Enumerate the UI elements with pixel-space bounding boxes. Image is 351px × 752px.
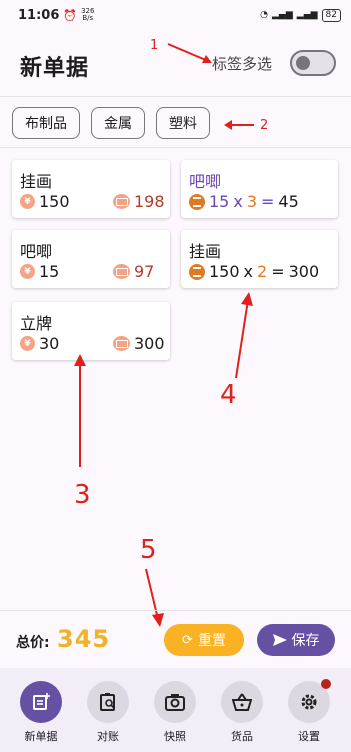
- bottom-nav: 新单据 对账 快照 货品 设置: [0, 668, 351, 752]
- annotation-5: 5: [140, 535, 157, 565]
- quantity: 2: [257, 262, 268, 281]
- page-title: 新单据: [20, 56, 90, 81]
- status-time: 11:06: [18, 7, 60, 23]
- sell-price: 300: [134, 334, 165, 353]
- nav-snapshot[interactable]: 快照: [153, 681, 197, 744]
- annotation-4: 4: [220, 380, 237, 410]
- total-label: 总价:: [16, 635, 50, 651]
- nav-new-doc[interactable]: 新单据: [19, 681, 63, 744]
- status-bar: 11:06 ⏰ 326 B/s ◔ ▂▄▆ ▂▄▆ 82: [0, 0, 351, 30]
- total-value: 345: [57, 625, 111, 653]
- sell-price: 97: [134, 262, 155, 281]
- network-speed-unit: B/s: [82, 14, 94, 22]
- nav-label: 快照: [164, 730, 186, 743]
- alarm-icon: ⏰: [63, 8, 78, 22]
- item-card[interactable]: 吧唧 ¥ 15 97: [12, 230, 170, 288]
- line-total: 300: [288, 262, 320, 281]
- notification-badge: [321, 679, 331, 689]
- times-sign: x: [243, 262, 254, 281]
- reset-label: 重置: [197, 633, 226, 649]
- times-sign: x: [233, 192, 243, 211]
- yen-coin-icon: ¥: [20, 264, 35, 279]
- annotation-arrow-1: [167, 43, 212, 63]
- nav-reconcile[interactable]: 对账: [86, 681, 130, 744]
- nav-settings[interactable]: 设置: [287, 679, 331, 744]
- tag-metal[interactable]: 金属: [91, 107, 145, 139]
- divider: [0, 96, 351, 97]
- gear-icon: [288, 679, 331, 723]
- send-icon: [272, 634, 287, 646]
- reset-button[interactable]: ⟳ 重置: [164, 624, 244, 656]
- item-name: 挂画: [20, 172, 53, 191]
- nav-label: 货品: [231, 730, 253, 743]
- nav-label: 新单据: [24, 730, 58, 743]
- save-label: 保存: [291, 633, 320, 649]
- annotation-arrow-3: [74, 354, 86, 467]
- item-prices: ¥ 30 300: [20, 334, 165, 353]
- new-doc-icon: [20, 681, 62, 723]
- cost-price: 15: [39, 262, 60, 281]
- item-name: 吧唧: [189, 172, 222, 191]
- basket-icon: [221, 681, 263, 723]
- status-icons: ◔ ▂▄▆ ▂▄▆ 82: [260, 8, 341, 22]
- network-speed: 326 B/s: [81, 8, 94, 22]
- item-card[interactable]: 挂画 ¥ 150 198: [12, 160, 170, 218]
- refresh-icon: ⟳: [182, 632, 193, 648]
- annotation-3: 3: [74, 480, 91, 510]
- yen-coin-icon: ¥: [20, 336, 35, 351]
- tag-fabric[interactable]: 布制品: [12, 107, 80, 139]
- selected-item-card[interactable]: 挂画 150 x 2 = 300: [181, 230, 338, 288]
- annotation-1: 1: [150, 38, 159, 53]
- divider: [0, 147, 351, 148]
- coins-stack-icon: [189, 193, 205, 210]
- wifi-icon: ◔: [260, 10, 269, 20]
- tag-plastic[interactable]: 塑料: [156, 107, 210, 139]
- unit-price: 15: [209, 192, 230, 211]
- item-name: 吧唧: [20, 242, 53, 261]
- item-prices: ¥ 150 198: [20, 192, 165, 211]
- save-button[interactable]: 保存: [257, 624, 335, 656]
- cash-icon: [113, 336, 130, 351]
- item-calc: 15 x 3 = 45: [189, 192, 303, 211]
- quantity: 3: [246, 192, 258, 211]
- equals-sign: =: [271, 262, 285, 281]
- annotation-arrow-4: [235, 292, 253, 379]
- unit-price: 150: [209, 262, 240, 281]
- divider: [0, 610, 351, 611]
- item-card[interactable]: 立牌 ¥ 30 300: [12, 302, 170, 360]
- coins-stack-icon: [189, 263, 205, 280]
- equals-sign: =: [261, 192, 275, 211]
- item-calc: 150 x 2 = 300: [189, 262, 323, 281]
- cost-price: 150: [39, 192, 70, 211]
- annotation-2: 2: [260, 118, 269, 133]
- multi-select-toggle[interactable]: [290, 50, 336, 76]
- signal-icon: ▂▄▆: [272, 10, 293, 20]
- yen-coin-icon: ¥: [20, 194, 35, 209]
- item-name: 立牌: [20, 314, 53, 333]
- tag-bar: 布制品 金属 塑料: [12, 107, 210, 139]
- nav-goods[interactable]: 货品: [220, 681, 264, 744]
- camera-icon: [154, 681, 196, 723]
- cost-price: 30: [39, 334, 60, 353]
- annotation-arrow-2: [224, 120, 254, 130]
- signal-icon-2: ▂▄▆: [296, 10, 318, 20]
- nav-label: 对账: [97, 730, 119, 743]
- cash-icon: [113, 194, 130, 209]
- item-prices: ¥ 15 97: [20, 262, 154, 281]
- selected-item-card[interactable]: 吧唧 15 x 3 = 45: [181, 160, 338, 218]
- line-total: 45: [278, 192, 299, 211]
- item-name: 挂画: [189, 242, 222, 261]
- cash-icon: [113, 264, 130, 279]
- nav-label: 设置: [298, 730, 320, 743]
- clipboard-search-icon: [87, 681, 129, 723]
- sell-price: 198: [134, 192, 165, 211]
- multi-select-label: 标签多选: [212, 55, 273, 73]
- annotation-arrow-5: [145, 568, 164, 627]
- battery-icon: 82: [321, 8, 341, 22]
- toggle-knob: [296, 56, 310, 70]
